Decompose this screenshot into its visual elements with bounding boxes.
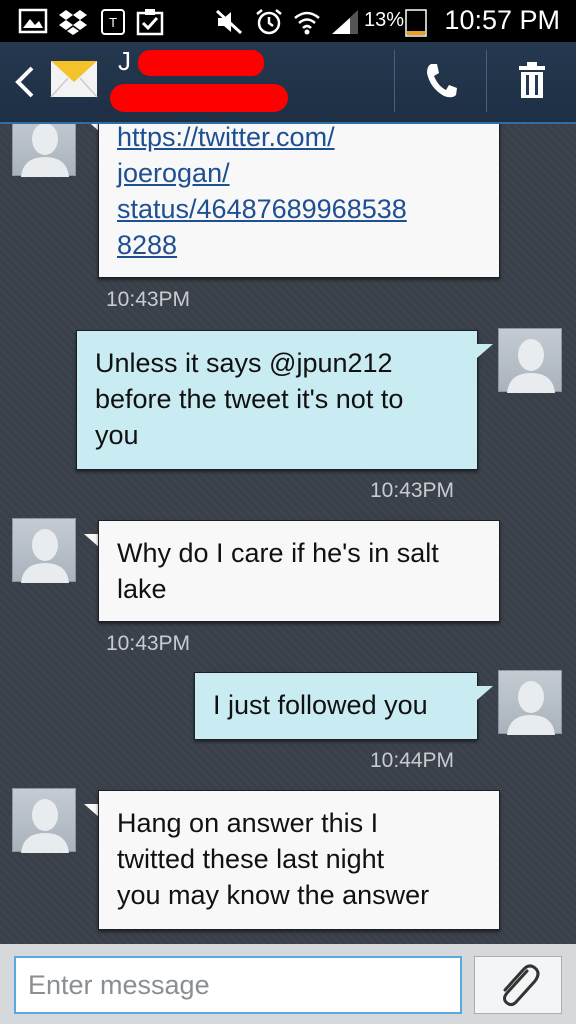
status-bar: T 13% 10:57 PM [0,0,576,42]
avatar-silhouette-icon [21,799,69,853]
conversation-header: J [0,42,576,124]
my-avatar[interactable] [498,670,562,735]
phone-icon[interactable] [422,60,458,100]
mute-icon [215,9,243,35]
battery-icon [405,9,427,37]
battery-percent: 13% [364,9,405,31]
message-bubble-outgoing[interactable]: I just followed you [194,672,478,740]
contact-name[interactable]: J [118,46,131,77]
bubble-tail [477,344,493,358]
alarm-icon [256,9,282,35]
message-bubble-outgoing[interactable]: Unless it says @jpun212 before the tweet… [76,330,478,470]
redaction-mark [110,84,288,112]
gallery-icon [18,8,48,34]
message-bubble-incoming[interactable]: https://twitter.com/ joerogan/ status/46… [98,124,500,278]
message-link[interactable]: https://twitter.com/ joerogan/ status/46… [117,124,481,263]
attach-button[interactable] [474,956,562,1014]
paperclip-icon [503,964,540,1007]
avatar-silhouette-icon [507,681,555,735]
clock: 10:57 PM [444,5,560,35]
envelope-icon[interactable] [50,56,98,102]
bubble-tail [477,686,493,700]
message-bubble-incoming[interactable]: Why do I care if he's in salt lake [98,520,500,622]
message-timestamp: 10:43PM [106,288,191,311]
message-timestamp: 10:43PM [106,632,191,655]
back-icon[interactable] [10,64,40,100]
contact-avatar[interactable] [12,124,76,177]
divider [394,50,395,112]
redaction-mark [138,50,264,76]
message-timestamp: 10:44PM [370,749,455,772]
message-bubble-incoming[interactable]: Hang on answer this I twitted these last… [98,790,500,930]
avatar-silhouette-icon [507,339,555,393]
my-avatar[interactable] [498,328,562,393]
tmobile-icon: T [101,9,125,35]
dropbox-icon [59,10,87,35]
message-input[interactable] [14,956,462,1014]
contact-avatar[interactable] [12,788,76,853]
compose-bar [0,944,576,1024]
message-timestamp: 10:43PM [370,479,455,502]
avatar-silhouette-icon [21,529,69,583]
signal-icon [332,10,358,34]
contact-avatar[interactable] [12,518,76,583]
message-list[interactable]: https://twitter.com/ joerogan/ status/46… [0,124,576,944]
avatar-silhouette-icon [21,124,69,177]
divider [486,50,487,112]
trash-icon[interactable] [516,60,548,100]
wifi-icon [294,11,320,35]
task-icon [136,9,164,36]
svg-text:T: T [108,16,117,30]
